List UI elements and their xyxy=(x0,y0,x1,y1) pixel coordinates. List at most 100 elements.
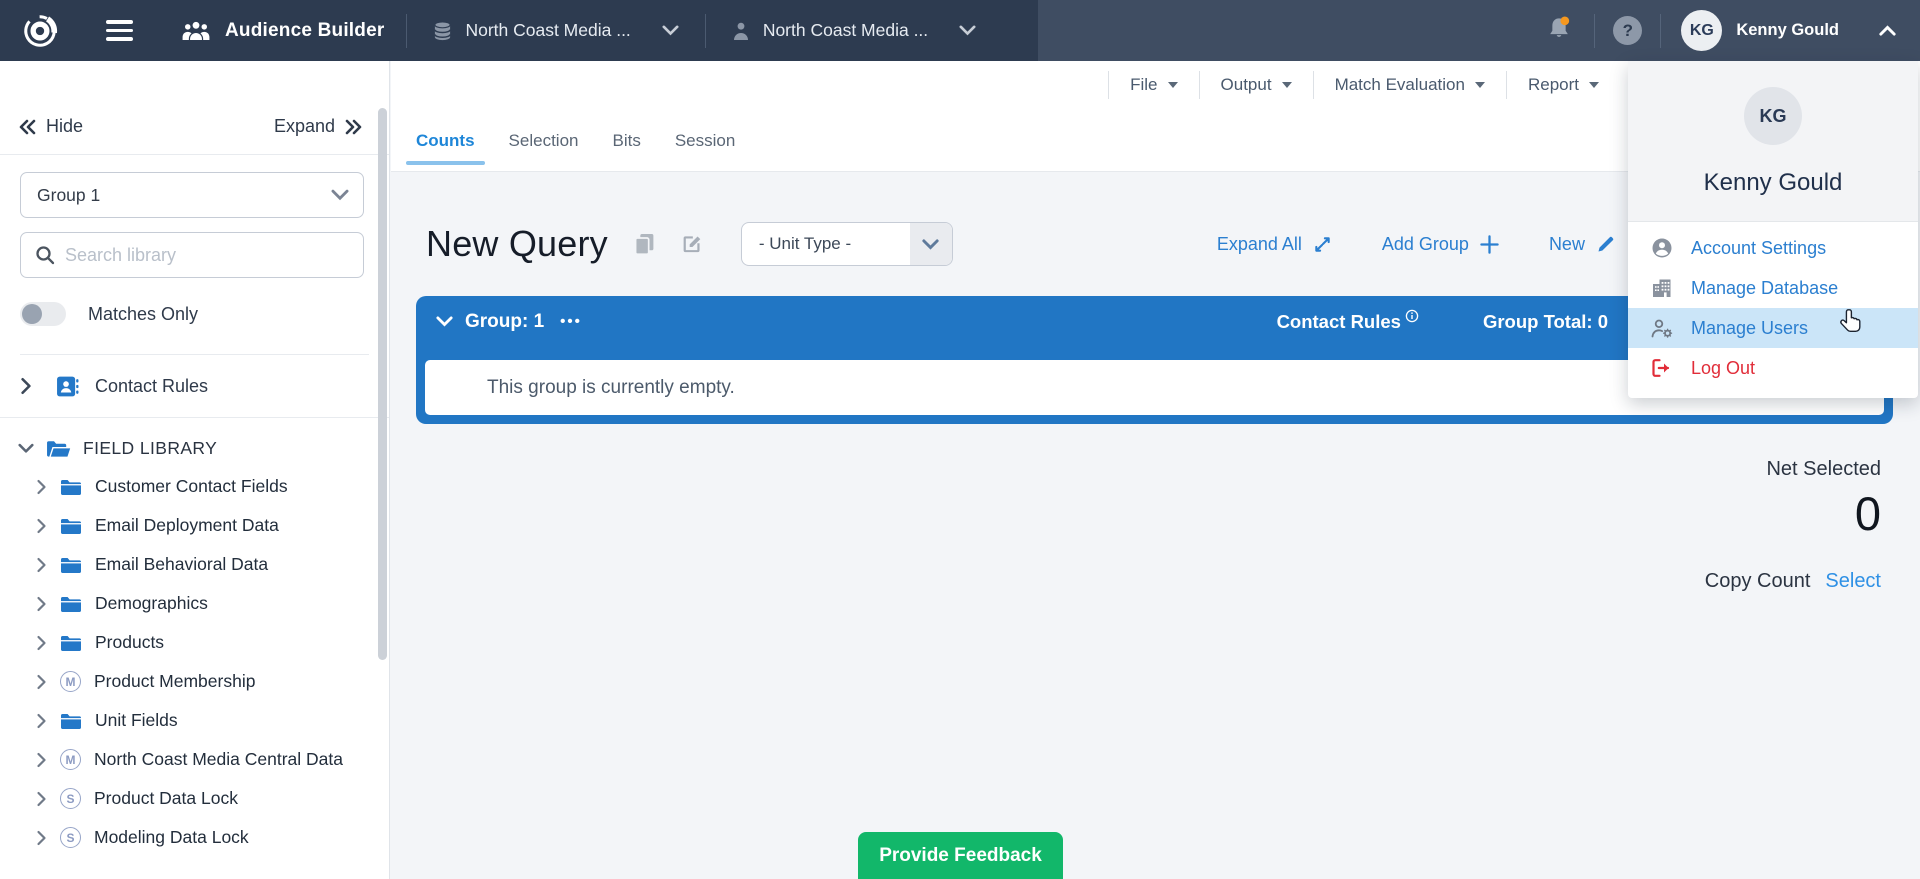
field-library-label: FIELD LIBRARY xyxy=(83,438,217,459)
tab-session[interactable]: Session xyxy=(665,131,745,171)
search-icon xyxy=(35,245,55,265)
sidebar-item-email-deployment-data[interactable]: Email Deployment Data xyxy=(0,506,389,545)
account-icon xyxy=(1650,237,1674,259)
menu-item-manage-users[interactable]: Manage Users xyxy=(1628,308,1918,348)
info-icon[interactable] xyxy=(1405,309,1419,323)
chevron-down-icon xyxy=(18,443,34,454)
tab-bits[interactable]: Bits xyxy=(602,131,650,171)
edit-query-button[interactable] xyxy=(681,233,703,255)
notifications-button[interactable] xyxy=(1542,11,1576,51)
menu-match-evaluation[interactable]: Match Evaluation xyxy=(1314,75,1506,95)
group-select-value: Group 1 xyxy=(37,185,331,206)
bell-icon xyxy=(1546,15,1572,42)
net-selected-label: Net Selected xyxy=(416,458,1881,481)
chevron-down-icon xyxy=(910,223,952,265)
sidebar-controls: Hide Expand xyxy=(0,99,389,155)
user-menu-button[interactable]: KG Kenny Gould xyxy=(1679,6,1898,55)
unit-type-select[interactable]: - Unit Type - xyxy=(741,222,953,266)
chevron-up-icon xyxy=(1879,25,1896,36)
audience-people-icon xyxy=(181,20,211,42)
sidebar-item-product-membership[interactable]: M Product Membership xyxy=(0,662,389,701)
net-selected-value: 0 xyxy=(416,485,1881,544)
top-navbar: Audience Builder North Coast Media ... N… xyxy=(0,0,1920,61)
sidebar-item-email-behavioral-data[interactable]: Email Behavioral Data xyxy=(0,545,389,584)
double-chevron-left-icon xyxy=(18,119,36,135)
sidebar-item-field-library[interactable]: FIELD LIBRARY xyxy=(0,418,389,465)
library-search xyxy=(20,232,364,278)
sidebar-item-contact-rules[interactable]: Contact Rules xyxy=(0,355,389,418)
unit-selector[interactable]: North Coast Media ... xyxy=(728,14,980,47)
hide-panel-button[interactable]: Hide xyxy=(18,116,83,137)
help-icon[interactable]: ? xyxy=(1613,16,1642,45)
folder-icon xyxy=(60,478,82,496)
chevron-right-icon xyxy=(36,557,47,573)
caret-down-icon xyxy=(1168,82,1178,88)
sidebar-item-demographics[interactable]: Demographics xyxy=(0,584,389,623)
user-name: Kenny Gould xyxy=(1736,21,1839,40)
caret-down-icon xyxy=(1589,82,1599,88)
chevron-down-icon[interactable] xyxy=(436,316,453,327)
folder-icon xyxy=(60,634,82,652)
copy-query-button[interactable] xyxy=(634,233,655,256)
tab-counts[interactable]: Counts xyxy=(406,131,485,171)
group-options-icon[interactable]: ••• xyxy=(560,313,582,330)
user-menu-header: KG Kenny Gould xyxy=(1628,61,1918,222)
unit-selector-value: North Coast Media ... xyxy=(763,20,928,41)
user-gear-icon xyxy=(1650,318,1674,339)
menu-item-account-settings[interactable]: Account Settings xyxy=(1628,228,1918,268)
sidebar-item-north-coast-media-central-data[interactable]: M North Coast Media Central Data xyxy=(0,740,389,779)
chevron-right-icon xyxy=(36,830,47,846)
group-select[interactable]: Group 1 xyxy=(20,172,364,218)
group-header-label: Group: 1 xyxy=(465,311,544,333)
chevron-down-icon xyxy=(959,25,976,36)
sidebar-item-products[interactable]: Products xyxy=(0,623,389,662)
menu-output[interactable]: Output xyxy=(1200,75,1313,95)
provide-feedback-button[interactable]: Provide Feedback xyxy=(858,832,1063,879)
pencil-icon xyxy=(1596,234,1616,254)
chevron-right-icon xyxy=(36,713,47,729)
chevron-right-icon xyxy=(20,377,32,395)
folder-icon xyxy=(60,517,82,535)
query-title: New Query xyxy=(426,223,608,265)
library-sidebar: Hide Expand Group 1 Matches Only xyxy=(0,61,390,879)
sidebar-item-unit-fields[interactable]: Unit Fields xyxy=(0,701,389,740)
app-title: Audience Builder xyxy=(225,20,384,42)
chevron-right-icon xyxy=(36,518,47,534)
database-selector[interactable]: North Coast Media ... xyxy=(429,14,682,48)
double-chevron-right-icon xyxy=(345,119,363,135)
contact-rules-label: Contact Rules xyxy=(95,376,208,397)
copy-count-label: Copy Count xyxy=(1705,570,1811,593)
menu-item-log-out[interactable]: Log Out xyxy=(1628,348,1918,388)
new-query-link[interactable]: New xyxy=(1549,234,1616,255)
sidebar-item-customer-contact-fields[interactable]: Customer Contact Fields xyxy=(0,467,389,506)
menu-item-manage-database[interactable]: Manage Database xyxy=(1628,268,1918,308)
expand-all-link[interactable]: Expand All xyxy=(1217,234,1332,255)
edit-icon xyxy=(681,233,703,255)
folder-icon xyxy=(60,595,82,613)
hamburger-menu-icon[interactable] xyxy=(100,14,139,47)
unit-type-value: - Unit Type - xyxy=(742,234,910,254)
expand-panel-button[interactable]: Expand xyxy=(274,116,363,137)
sidebar-item-product-data-lock[interactable]: S Product Data Lock xyxy=(0,779,389,818)
tab-selection[interactable]: Selection xyxy=(499,131,589,171)
copy-count-select-link[interactable]: Select xyxy=(1825,570,1881,593)
chevron-right-icon xyxy=(36,635,47,651)
database-selector-value: North Coast Media ... xyxy=(465,20,630,41)
notification-dot-icon xyxy=(1561,16,1570,25)
building-icon xyxy=(1650,278,1674,298)
plus-icon xyxy=(1480,235,1499,254)
matches-only-toggle[interactable] xyxy=(20,302,66,326)
field-library-tree: Customer Contact Fields Email Deployment… xyxy=(0,465,389,857)
open-folder-icon xyxy=(46,439,71,458)
menu-file[interactable]: File xyxy=(1109,75,1198,95)
app-logo-icon[interactable] xyxy=(20,11,60,51)
add-group-link[interactable]: Add Group xyxy=(1382,234,1499,255)
folder-icon xyxy=(60,556,82,574)
sidebar-scrollbar[interactable] xyxy=(378,108,387,660)
group-contact-rules-label: Contact Rules xyxy=(1277,311,1401,333)
chevron-right-icon xyxy=(36,479,47,495)
s-badge-icon: S xyxy=(60,788,81,809)
menu-report[interactable]: Report xyxy=(1507,75,1620,95)
sidebar-item-modeling-data-lock[interactable]: S Modeling Data Lock xyxy=(0,818,389,857)
search-input[interactable] xyxy=(65,245,351,266)
